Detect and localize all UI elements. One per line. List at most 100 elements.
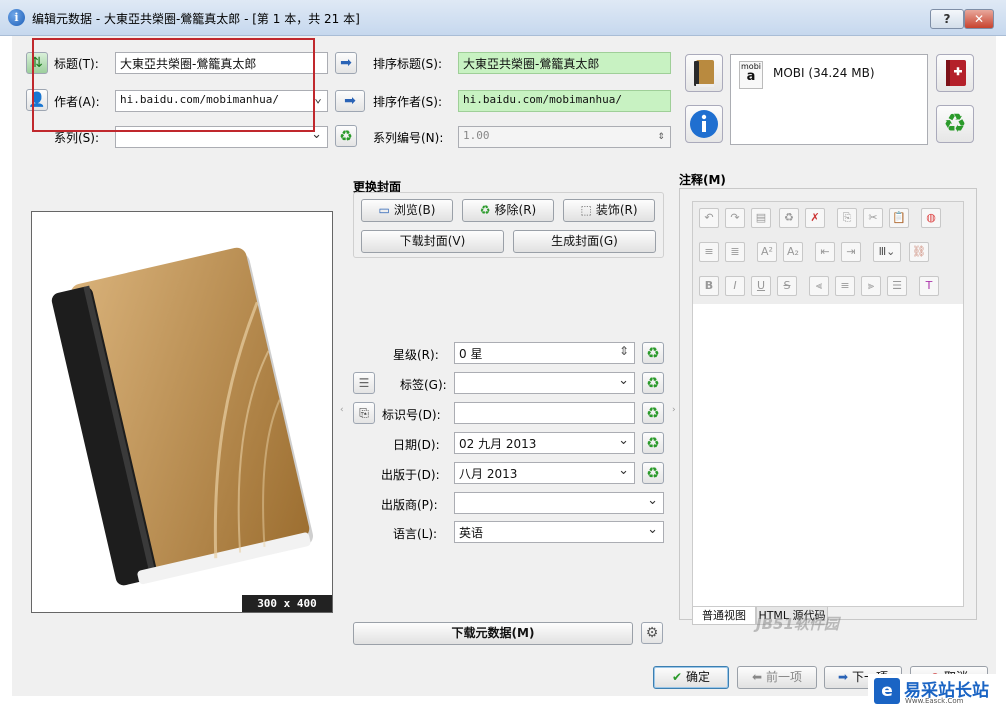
mobi-amazon-icon: mobi a — [739, 61, 763, 89]
redo-icon[interactable]: ↷ — [725, 208, 745, 228]
clear-series-recycle-icon[interactable]: ♻ — [335, 125, 357, 147]
align-right-icon[interactable]: ⫸ — [861, 276, 881, 296]
generate-cover-button[interactable]: 生成封面(G) — [513, 230, 656, 253]
splitter-handle-left[interactable]: ‹ — [340, 405, 344, 415]
remove-format-icon[interactable]: ✗ — [805, 208, 825, 228]
tags-combo[interactable] — [454, 372, 635, 394]
clear-recycle-icon[interactable]: ♻ — [779, 208, 799, 228]
indent-icon[interactable]: ⇥ — [841, 242, 861, 262]
book-icon — [694, 60, 714, 87]
background-color-icon[interactable]: ◍ — [921, 208, 941, 228]
checkmark-icon: ✔ — [671, 670, 683, 684]
sort-author-label: 排序作者(S): — [373, 95, 443, 109]
copy-title-arrow-icon[interactable]: ➡ — [335, 52, 357, 74]
align-left-icon[interactable]: ⫷ — [809, 276, 829, 296]
outdent-icon[interactable]: ⇤ — [815, 242, 835, 262]
language-combo[interactable]: 英语 — [454, 521, 664, 543]
download-cover-button[interactable]: 下载封面(V) — [361, 230, 504, 253]
cut-icon[interactable]: ✂ — [863, 208, 883, 228]
book-cover-button[interactable] — [685, 54, 723, 92]
rating-spinner[interactable]: 0 星 — [454, 342, 635, 364]
recycle-icon: ♻ — [479, 203, 491, 217]
title-bar: i 编辑元数据 - 大東亞共榮圈-鶯籠真太郎 - [第 1 本，共 21 本] … — [0, 0, 1006, 36]
align-center-icon[interactable]: ≡ — [835, 276, 855, 296]
sort-author-input[interactable]: hi.baidu.com/mobimanhua/ — [458, 90, 671, 112]
remove-cover-button[interactable]: ♻ 移除(R) — [462, 199, 554, 222]
browse-cover-button[interactable]: ▭ 浏览(B) — [361, 199, 453, 222]
publisher-combo[interactable] — [454, 492, 664, 514]
copy-author-arrow-icon[interactable]: ➡ — [335, 90, 365, 112]
ok-button[interactable]: ✔ 确定 — [653, 666, 729, 689]
edit-tags-list-icon[interactable]: ☰ — [353, 372, 375, 394]
date-label: 日期(D): — [393, 438, 440, 452]
tab-normal-view[interactable]: 普通视图 — [692, 607, 756, 625]
default-book-cover-icon — [51, 247, 313, 586]
bold-icon[interactable]: B — [699, 276, 719, 296]
help-button[interactable]: ? — [930, 9, 964, 29]
cover-preview[interactable]: 300 x 400 — [31, 211, 333, 613]
identifiers-input[interactable] — [454, 402, 635, 424]
brand-watermark: e 易采站长站 Www.Easck.Com — [868, 674, 1006, 708]
info-circle-icon — [690, 110, 718, 138]
jb51-watermark: JB51软件园 — [756, 615, 839, 633]
add-format-button[interactable] — [936, 54, 974, 92]
date-combo[interactable]: 02 九月 2013 — [454, 432, 635, 454]
prev-label: 前一项 — [766, 670, 803, 684]
language-label: 语言(L): — [393, 527, 438, 541]
clear-tags-recycle-icon[interactable]: ♻ — [642, 372, 664, 394]
text-color-icon[interactable]: T — [919, 276, 939, 296]
comments-label: 注释(M) — [679, 173, 726, 187]
clear-rating-recycle-icon[interactable]: ♻ — [642, 342, 664, 364]
add-book-icon — [946, 60, 966, 86]
trim-cover-button[interactable]: ⬚ 装饰(R) — [563, 199, 655, 222]
window-title: 编辑元数据 - 大東亞共榮圈-鶯籠真太郎 - [第 1 本，共 21 本] — [32, 12, 360, 26]
sort-title-input[interactable]: 大東亞共榮圈-鶯籠真太郎 — [458, 52, 671, 74]
cover-size-badge: 300 x 400 — [242, 595, 332, 612]
brand-logo-icon: e — [874, 678, 900, 704]
underline-icon[interactable]: U — [751, 276, 771, 296]
book-info-button[interactable] — [685, 105, 723, 143]
clear-date-recycle-icon[interactable]: ♻ — [642, 432, 664, 454]
insert-link-icon[interactable]: ⛓ — [909, 242, 929, 262]
series-index-spinner[interactable]: 1.00 — [458, 126, 671, 148]
pubdate-combo[interactable]: 八月 2013 — [454, 462, 635, 484]
italic-icon[interactable]: I — [725, 276, 745, 296]
trim-icon: ⬚ — [580, 203, 592, 217]
ok-label: 确定 — [686, 670, 711, 684]
format-item[interactable]: MOBI (34.24 MB) — [773, 66, 875, 80]
browse-label: 浏览(B) — [393, 203, 436, 217]
trim-label: 装饰(R) — [595, 203, 638, 217]
download-metadata-button[interactable]: 下载元数据(M) — [353, 622, 633, 645]
comments-toolbar: ↶ ↷ ▤ ♻ ✗ ⎘ ✂ 📋 ◍ ≡ ≣ A² A₂ ⇤ ⇥ Ⅲ⌄ ⛓ B I… — [693, 202, 963, 304]
close-button[interactable]: ✕ — [964, 9, 994, 29]
remove-label: 移除(R) — [494, 203, 537, 217]
superscript-icon[interactable]: A² — [757, 242, 777, 262]
rating-label: 星级(R): — [393, 348, 439, 362]
paste-identifier-icon[interactable]: ⎘ — [353, 402, 375, 424]
browse-icon: ▭ — [378, 203, 390, 217]
formats-list[interactable]: mobi a MOBI (34.24 MB) — [730, 54, 928, 145]
unordered-list-icon[interactable]: ≣ — [725, 242, 745, 262]
info-icon: i — [8, 9, 25, 26]
arrow-left-icon: ⬅ — [751, 670, 763, 684]
splitter-handle-right[interactable]: › — [672, 405, 676, 415]
series-index-label: 系列编号(N): — [373, 131, 444, 145]
select-all-icon[interactable]: ▤ — [751, 208, 771, 228]
strikethrough-icon[interactable]: S — [777, 276, 797, 296]
paste-icon[interactable]: 📋 — [889, 208, 909, 228]
clear-pubdate-recycle-icon[interactable]: ♻ — [642, 462, 664, 484]
prev-button[interactable]: ⬅ 前一项 — [737, 666, 817, 689]
subscript-icon[interactable]: A₂ — [783, 242, 803, 262]
copy-icon[interactable]: ⎘ — [837, 208, 857, 228]
remove-format-recycle-icon[interactable]: ♻ — [936, 105, 974, 143]
configure-download-gear-icon[interactable]: ⚙ — [641, 622, 663, 644]
pubdate-label: 出版于(D): — [381, 468, 440, 482]
ordered-list-icon[interactable]: ≡ — [699, 242, 719, 262]
undo-icon[interactable]: ↶ — [699, 208, 719, 228]
clear-identifiers-recycle-icon[interactable]: ♻ — [642, 402, 664, 424]
brand-url: Www.Easck.Com — [905, 697, 964, 705]
block-style-dropdown-icon[interactable]: Ⅲ⌄ — [873, 242, 901, 262]
highlight-box — [32, 38, 315, 132]
identifiers-label: 标识号(D): — [382, 408, 441, 422]
align-justify-icon[interactable]: ☰ — [887, 276, 907, 296]
